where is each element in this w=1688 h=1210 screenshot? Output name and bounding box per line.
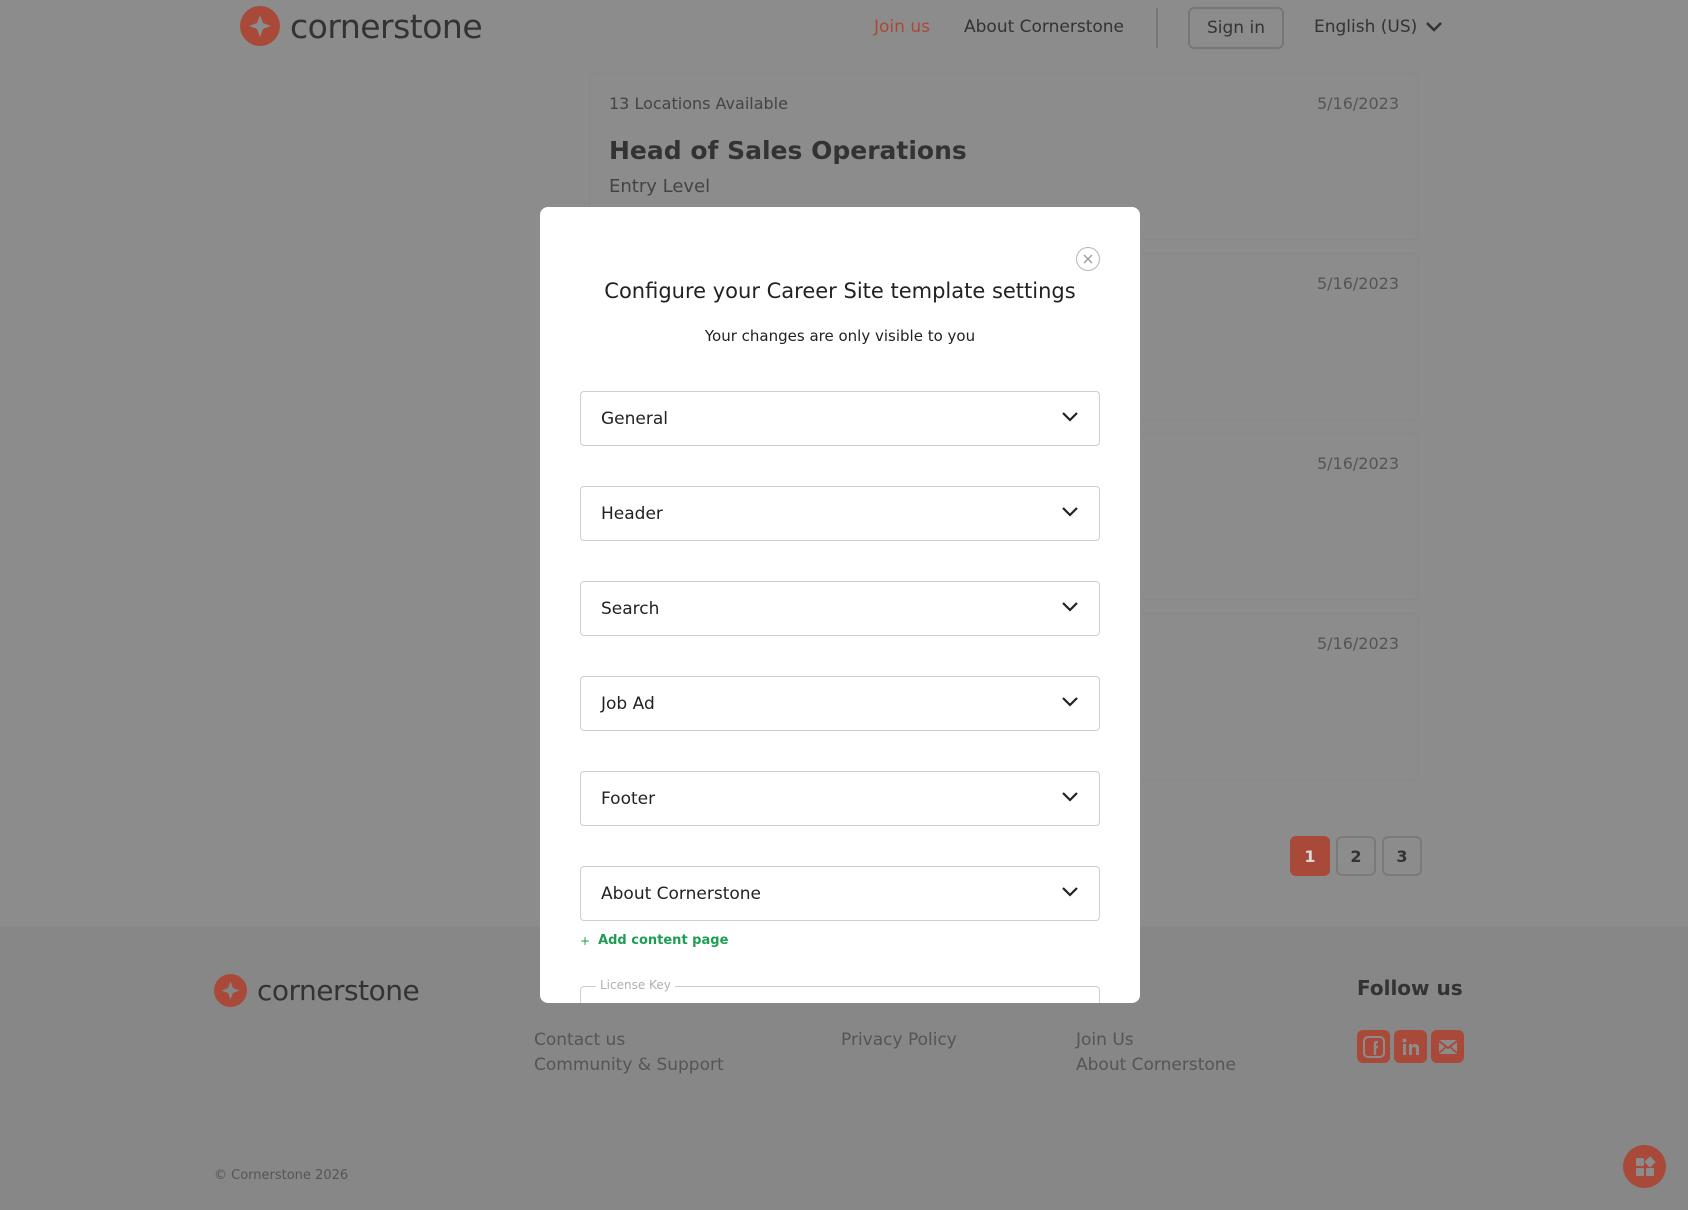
close-modal-button[interactable] <box>1076 247 1100 271</box>
accordion-search[interactable]: Search <box>580 581 1100 636</box>
widget-launcher-button[interactable] <box>1623 1145 1666 1188</box>
social-links <box>1357 1030 1464 1063</box>
brand-logo[interactable]: cornerstone <box>240 6 483 46</box>
footer-brand-logo[interactable]: cornerstone <box>214 974 420 1007</box>
logo-mark-icon <box>240 6 280 46</box>
accordion-general[interactable]: General <box>580 391 1100 446</box>
job-date: 5/16/2023 <box>1316 274 1399 293</box>
chevron-down-icon <box>1062 507 1078 517</box>
template-settings-modal: Configure your Career Site template sett… <box>540 207 1140 1003</box>
job-date: 5/16/2023 <box>1316 94 1399 113</box>
accordion-label: Header <box>601 503 663 524</box>
accordion-label: Search <box>601 598 660 619</box>
close-icon <box>1083 254 1093 264</box>
pagination: 1 2 3 <box>1290 836 1422 876</box>
linkedin-icon[interactable] <box>1394 1030 1427 1063</box>
footer-link-about[interactable]: About Cornerstone <box>1076 1055 1236 1075</box>
footer-follow-heading: Follow us <box>1357 976 1463 1000</box>
accordion-about-cornerstone[interactable]: About Cornerstone <box>580 866 1100 921</box>
brand-name: cornerstone <box>290 6 483 46</box>
add-content-page-button[interactable]: + Add content page <box>580 933 728 948</box>
modal-subtitle: Your changes are only visible to you <box>704 327 976 345</box>
page-button-1[interactable]: 1 <box>1290 836 1330 876</box>
accordion-footer[interactable]: Footer <box>580 771 1100 826</box>
accordion-label: About Cornerstone <box>601 883 762 904</box>
accordion-label: Job Ad <box>601 693 655 714</box>
logo-mark-icon <box>214 974 247 1007</box>
plus-icon: + <box>580 933 591 948</box>
site-header: cornerstone Join us About Cornerstone Si… <box>0 0 1688 60</box>
page-button-2[interactable]: 2 <box>1336 836 1376 876</box>
accordion-header[interactable]: Header <box>580 486 1100 541</box>
grid-icon <box>1635 1156 1655 1176</box>
footer-brand-name: cornerstone <box>257 974 420 1007</box>
chevron-down-icon <box>1062 792 1078 802</box>
facebook-icon[interactable] <box>1357 1030 1390 1063</box>
footer-link-join[interactable]: Join Us <box>1076 1030 1134 1050</box>
copyright-text: © Cornerstone 2026 <box>214 1168 349 1183</box>
modal-title: Configure your Career Site template sett… <box>604 279 1076 303</box>
accordion-label: General <box>601 408 668 429</box>
footer-link-privacy[interactable]: Privacy Policy <box>841 1030 957 1050</box>
email-icon[interactable] <box>1431 1030 1464 1063</box>
chevron-down-icon <box>1426 22 1443 32</box>
page-button-3[interactable]: 3 <box>1382 836 1422 876</box>
job-locations: 13 Locations Available <box>609 94 788 113</box>
license-key-label: License Key <box>596 978 675 992</box>
nav-join-us-link[interactable]: Join us <box>874 17 930 37</box>
chevron-down-icon <box>1062 412 1078 422</box>
job-date: 5/16/2023 <box>1316 634 1399 653</box>
add-content-page-label: Add content page <box>598 933 729 948</box>
accordion-job-ad[interactable]: Job Ad <box>580 676 1100 731</box>
nav-divider <box>1156 8 1158 48</box>
footer-link-contact[interactable]: Contact us <box>534 1030 625 1050</box>
sign-in-button[interactable]: Sign in <box>1188 7 1284 49</box>
job-date: 5/16/2023 <box>1316 454 1399 473</box>
chevron-down-icon <box>1062 602 1078 612</box>
job-level: Entry Level <box>609 176 711 197</box>
job-title[interactable]: Head of Sales Operations <box>609 136 967 165</box>
nav-about-link[interactable]: About Cornerstone <box>964 17 1124 37</box>
chevron-down-icon <box>1062 697 1078 707</box>
chevron-down-icon <box>1062 887 1078 897</box>
footer-link-community[interactable]: Community & Support <box>534 1055 724 1075</box>
accordion-label: Footer <box>601 788 656 809</box>
language-selector[interactable]: English (US) <box>1314 17 1443 37</box>
language-label: English (US) <box>1314 17 1418 37</box>
